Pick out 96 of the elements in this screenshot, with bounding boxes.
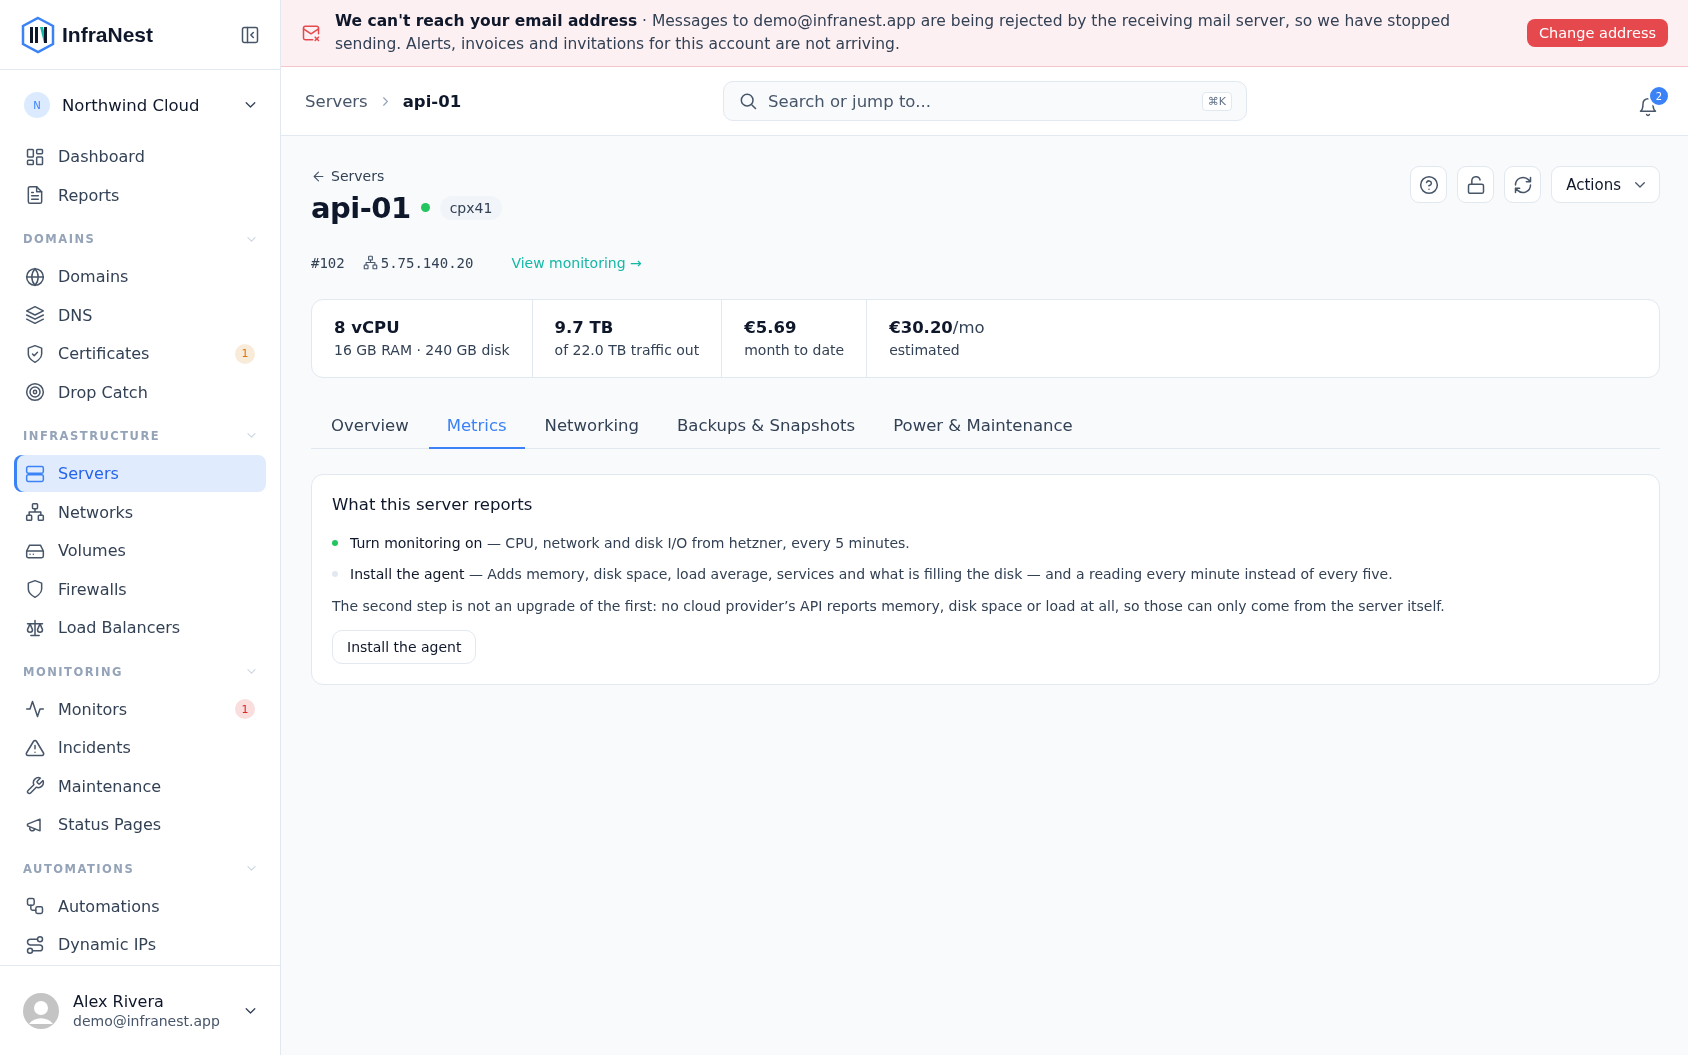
tab[interactable]: Power & Maintenance bbox=[875, 415, 1091, 449]
chevron-down-icon bbox=[245, 1007, 256, 1014]
notification-count: 2 bbox=[1648, 85, 1670, 107]
chevron-down-icon bbox=[245, 102, 256, 109]
bell-icon bbox=[1638, 97, 1658, 117]
card-title: What this server reports bbox=[332, 494, 534, 514]
count-badge: 1 bbox=[235, 699, 255, 720]
stat-value: €30.20/mo bbox=[889, 318, 985, 337]
unlock-icon bbox=[1465, 174, 1486, 195]
sidebar-item[interactable]: Status Pages bbox=[14, 806, 266, 844]
server-name: api-01 bbox=[311, 190, 411, 225]
sidebar-item[interactable]: Certificates 1 bbox=[14, 335, 266, 373]
server-id: #102 bbox=[311, 254, 345, 271]
sidebar-item[interactable]: Dynamic IPs bbox=[14, 926, 266, 963]
help-button[interactable] bbox=[1410, 166, 1448, 203]
breadcrumb-link[interactable]: Servers bbox=[305, 91, 368, 111]
section-heading: DOMAINS bbox=[23, 232, 96, 246]
help-icon bbox=[1418, 174, 1439, 195]
sidebar-item[interactable]: Maintenance bbox=[14, 768, 266, 805]
stat-value: 9.7 TB bbox=[554, 318, 615, 337]
sidebar-item[interactable]: Drop Catch bbox=[14, 374, 266, 411]
globe-icon bbox=[25, 266, 45, 287]
panel-icon bbox=[240, 24, 260, 45]
network-icon bbox=[25, 502, 45, 523]
search-input[interactable]: Search or jump to... bbox=[766, 90, 1194, 112]
route-icon bbox=[25, 934, 45, 955]
note-text: The second step is not an upgrade of the first: no cloud provider’s API reports memory, disk space or load at all, so those can only come from the server itself. bbox=[332, 597, 1446, 614]
section-heading: INFRASTRUCTURE bbox=[23, 429, 161, 443]
sidebar-item[interactable]: DNS bbox=[14, 296, 266, 334]
stat-detail: month to date bbox=[744, 342, 845, 358]
pulse-icon bbox=[25, 699, 45, 720]
target-icon bbox=[25, 382, 45, 403]
sidebar-item[interactable]: Volumes bbox=[14, 532, 266, 570]
install-agent-button[interactable]: Install the agent bbox=[332, 629, 477, 664]
workflow-icon bbox=[25, 896, 45, 917]
workspace-name: Northwind Cloud bbox=[62, 95, 201, 115]
avatar-icon bbox=[23, 992, 59, 1029]
grid-icon bbox=[25, 146, 45, 167]
server-icon bbox=[25, 463, 45, 484]
refresh-button[interactable] bbox=[1504, 166, 1542, 203]
sidebar-item[interactable]: Servers bbox=[14, 455, 266, 492]
ip-address: 5.75.140.20 bbox=[380, 254, 474, 271]
user-menu[interactable]: Alex Rivera demo@infranest.app bbox=[0, 965, 280, 1055]
step-text: Install the agent — Adds memory, disk space, load average, services and what is filling the disk — and a reading every minute instead of every five. bbox=[350, 566, 1393, 582]
stat-detail: of 22.0 TB traffic out bbox=[554, 342, 700, 358]
search-icon bbox=[738, 91, 758, 111]
shield-check-icon bbox=[25, 343, 45, 364]
notifications-button[interactable]: 2 bbox=[1638, 85, 1670, 117]
alert-message: We can't reach your email address · Messages to demo@infranest.app are being rejected by the receiving mail server, so we have stopped sending. Alerts, invoices and invitations for this account are not arriving. bbox=[335, 11, 1452, 55]
warning-icon bbox=[25, 737, 45, 758]
breadcrumb-current: api-01 bbox=[402, 91, 462, 111]
shield-icon bbox=[25, 579, 45, 600]
sidebar-item[interactable]: Networks bbox=[14, 493, 266, 531]
mail-error-icon bbox=[301, 23, 321, 43]
sidebar-item[interactable]: Firewalls bbox=[14, 571, 266, 608]
change-address-button[interactable]: Change address bbox=[1526, 19, 1668, 47]
sidebar-item[interactable]: Load Balancers bbox=[14, 609, 266, 647]
stat-value: €5.69 bbox=[744, 318, 798, 337]
search-field[interactable]: Search or jump to... ⌘K bbox=[723, 81, 1247, 121]
shortcut-hint: ⌘K bbox=[1201, 91, 1232, 111]
step-text: Turn monitoring on — CPU, network and disk I/O from hetzner, every 5 minutes. bbox=[350, 535, 910, 551]
unlock-button[interactable] bbox=[1457, 166, 1495, 203]
sidebar-item[interactable]: Dashboard bbox=[14, 138, 266, 176]
actions-button[interactable]: Actions bbox=[1551, 166, 1660, 203]
logo-icon bbox=[20, 15, 56, 54]
tab[interactable]: Networking bbox=[526, 415, 657, 449]
user-email: demo@infranest.app bbox=[73, 1013, 221, 1029]
tab[interactable]: Backups & Snapshots bbox=[659, 415, 874, 449]
document-icon bbox=[25, 185, 45, 206]
section-heading: AUTOMATIONS bbox=[23, 861, 135, 876]
stat-detail: estimated bbox=[889, 342, 961, 358]
back-link[interactable]: Servers bbox=[311, 168, 385, 184]
workspace-avatar: N bbox=[24, 92, 50, 119]
sidebar-item[interactable]: Reports bbox=[14, 177, 266, 214]
layers-icon bbox=[25, 305, 45, 326]
count-badge: 1 bbox=[235, 343, 255, 364]
sidebar-item[interactable]: Incidents bbox=[14, 729, 266, 767]
section-heading: MONITORING bbox=[23, 664, 123, 679]
collapse-sidebar-button[interactable] bbox=[240, 24, 260, 45]
workspace-switcher[interactable]: N Northwind Cloud bbox=[14, 86, 266, 125]
scale-icon bbox=[25, 618, 45, 638]
sidebar-item[interactable]: Monitors 1 bbox=[14, 690, 266, 728]
arrow-left-icon bbox=[311, 168, 326, 184]
tab[interactable]: Overview bbox=[313, 415, 427, 449]
network-icon bbox=[362, 255, 378, 270]
plan-tag: cpx41 bbox=[439, 195, 503, 220]
stat-value: 8 vCPU bbox=[334, 318, 401, 337]
sidebar-item[interactable]: Automations bbox=[14, 887, 266, 925]
brand-name: InfraNest bbox=[62, 22, 155, 47]
sidebar-item[interactable]: Domains bbox=[14, 258, 266, 295]
refresh-icon bbox=[1512, 174, 1533, 195]
chevron-down-icon bbox=[1635, 181, 1645, 188]
stat-detail: 16 GB RAM · 240 GB disk bbox=[334, 342, 510, 358]
wrench-icon bbox=[25, 776, 45, 797]
tab[interactable]: Metrics bbox=[428, 415, 525, 449]
user-name: Alex Rivera bbox=[73, 992, 165, 1011]
